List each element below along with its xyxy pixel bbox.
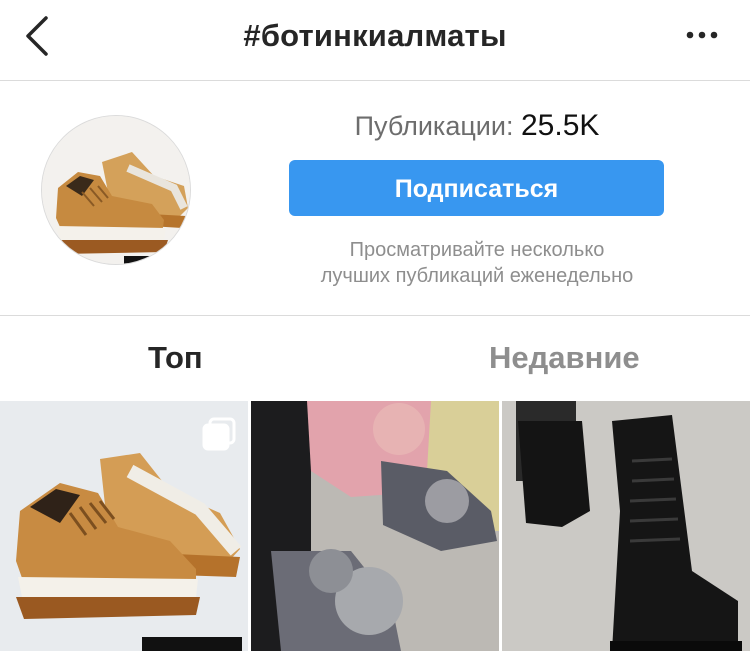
price-sticker [142,637,242,651]
page-title: #ботинкиалматы [243,18,507,53]
grid-post-1[interactable] [0,401,248,651]
posts-count-value: 25.5K [520,109,600,142]
posts-count-label: Публикации: [354,111,514,141]
grid-post-3[interactable] [502,401,750,651]
grid-post-2[interactable] [251,401,499,651]
description-line-1: Просматривайте несколько [349,239,605,261]
tab-recent[interactable]: Недавние [489,340,640,376]
more-horizontal-icon[interactable] [682,20,722,50]
follow-button[interactable]: Подписаться [289,160,664,216]
boot-image [42,116,190,264]
post-grid [0,401,750,651]
hashtag-avatar[interactable] [41,115,191,265]
posts-count: Публикации: 25.5K [290,109,664,143]
description-line-2: лучших публикаций еженедельно [320,265,634,287]
post-image-fur-boots [251,401,499,651]
top-bar: #ботинкиалматы [0,0,750,81]
tab-top[interactable]: Топ [148,340,203,376]
feed-tabs: Топ Недавние [0,316,750,400]
multiple-posts-icon [202,417,236,451]
hashtag-description: Просматривайте несколько лучших публикац… [280,237,674,289]
hashtag-profile: Публикации: 25.5K Подписаться Просматрив… [0,81,750,316]
post-image-black-boots [502,401,750,651]
